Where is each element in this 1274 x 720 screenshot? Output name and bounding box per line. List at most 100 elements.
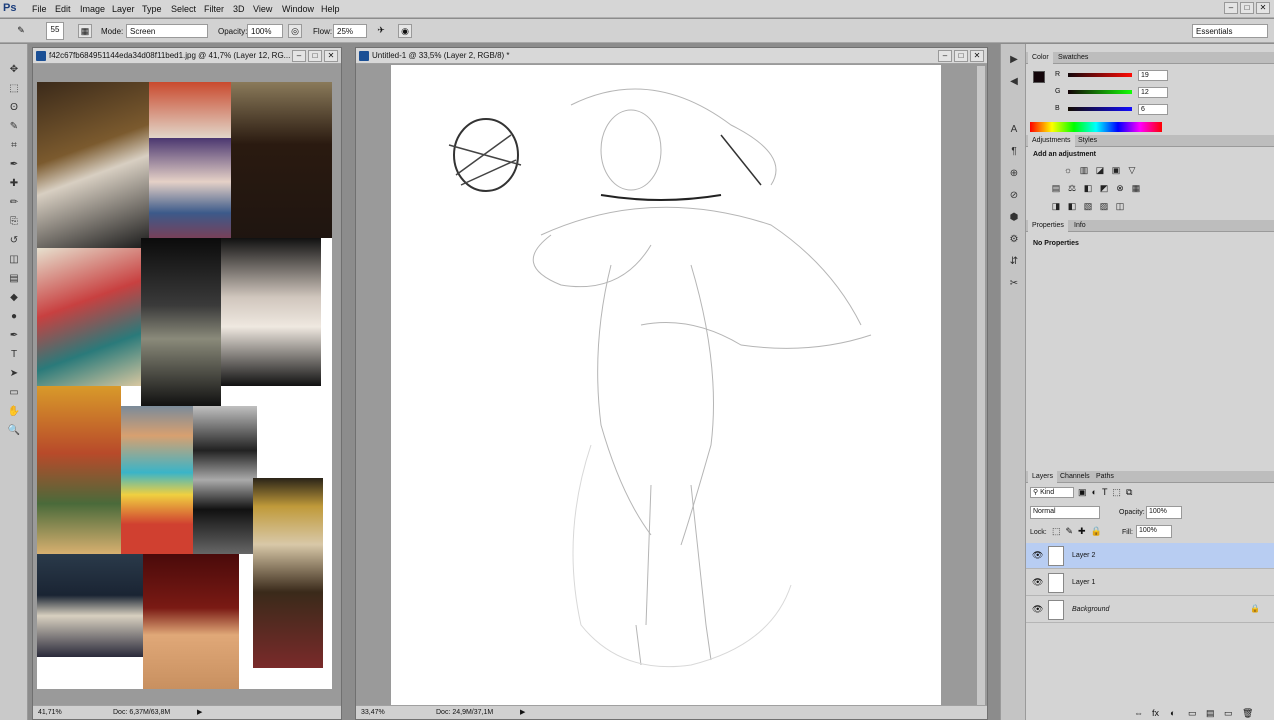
ref-maximize-button[interactable]: □ — [308, 50, 322, 62]
canvas-vertical-scrollbar[interactable] — [977, 66, 985, 706]
menu-type[interactable]: Type — [142, 4, 162, 14]
move-tool-icon[interactable]: ✥ — [5, 62, 23, 78]
dock-panel-icon[interactable]: A — [1006, 122, 1022, 138]
flow-field[interactable]: 25% — [333, 24, 367, 38]
layer-filter-kind-select[interactable]: ⚲ Kind — [1030, 487, 1074, 498]
tab-info[interactable]: Info — [1070, 220, 1090, 232]
dock-panel-icon[interactable]: ✂ — [1006, 276, 1022, 292]
drawing-canvas[interactable] — [391, 65, 941, 705]
layer-row[interactable]: 👁 Background 🔒 — [1026, 597, 1274, 623]
visibility-eye-icon[interactable]: 👁 — [1032, 550, 1043, 561]
adjustment-row2-4-icon[interactable]: ⊗ — [1114, 182, 1126, 194]
canvas-zoom[interactable]: 33,47% — [361, 709, 385, 716]
eyedropper-tool-icon[interactable]: ✒ — [5, 157, 23, 173]
green-value-field[interactable]: 12 — [1138, 87, 1168, 98]
menu-filter[interactable]: Filter — [204, 4, 224, 14]
layers-footer-icon[interactable]: ▭ — [1188, 708, 1197, 719]
visibility-eye-icon[interactable]: 👁 — [1032, 577, 1043, 588]
tab-swatches[interactable]: Swatches — [1054, 52, 1092, 64]
reference-doc-size[interactable]: Doc: 6,37M/63,8M — [113, 709, 170, 716]
brush-panel-toggle-icon[interactable]: ▦ — [78, 24, 92, 38]
adjustment-row1-0-icon[interactable]: ☼ — [1062, 164, 1074, 176]
menu-3d[interactable]: 3D — [233, 4, 245, 14]
airbrush-icon[interactable]: ✈ — [374, 24, 388, 38]
workspace-select[interactable]: Essentials — [1192, 24, 1268, 38]
opacity-field[interactable]: 100% — [247, 24, 283, 38]
layer-row[interactable]: 👁 Layer 2 — [1026, 543, 1274, 569]
menu-view[interactable]: View — [253, 4, 272, 14]
layers-footer-icon[interactable]: fx — [1152, 708, 1159, 718]
dock-panel-icon[interactable]: ⊕ — [1006, 166, 1022, 182]
hand-tool-icon[interactable]: ✋ — [5, 404, 23, 420]
minimize-button[interactable]: – — [1224, 2, 1238, 14]
layer-opacity-field[interactable]: 100% — [1146, 506, 1182, 519]
canvas-doc-size[interactable]: Doc: 24,9M/37,1M — [436, 709, 493, 716]
menu-help[interactable]: Help — [321, 4, 340, 14]
adjustment-row2-3-icon[interactable]: ◩ — [1098, 182, 1110, 194]
menu-select[interactable]: Select — [171, 4, 196, 14]
red-slider[interactable] — [1068, 73, 1132, 77]
blue-slider[interactable] — [1068, 107, 1132, 111]
layers-footer-icon[interactable]: ▤ — [1206, 708, 1215, 719]
adjustment-row2-2-icon[interactable]: ◧ — [1082, 182, 1094, 194]
adjustment-row1-4-icon[interactable]: ▽ — [1126, 164, 1138, 176]
blend-mode-select[interactable]: Normal — [1030, 506, 1100, 519]
adjustment-row1-1-icon[interactable]: ▥ — [1078, 164, 1090, 176]
visibility-eye-icon[interactable]: 👁 — [1032, 604, 1043, 615]
ref-minimize-button[interactable]: – — [292, 50, 306, 62]
stamp-tool-icon[interactable]: ⎘ — [5, 214, 23, 230]
marquee-tool-icon[interactable]: ⬚ — [5, 81, 23, 97]
tab-properties[interactable]: Properties — [1028, 220, 1068, 232]
mode-select[interactable]: Screen — [126, 24, 208, 38]
tab-adjustments[interactable]: Adjustments — [1028, 135, 1075, 147]
ref-close-button[interactable]: ✕ — [324, 50, 338, 62]
tab-layers[interactable]: Layers — [1028, 471, 1058, 483]
lock-icons[interactable]: ⬚✎✚🔒 — [1052, 526, 1107, 537]
dock-panel-icon[interactable]: ⬢ — [1006, 210, 1022, 226]
adjustment-row1-2-icon[interactable]: ◪ — [1094, 164, 1106, 176]
shape-tool-icon[interactable]: ▭ — [5, 385, 23, 401]
reference-zoom[interactable]: 41,71% — [38, 709, 62, 716]
menu-image[interactable]: Image — [80, 4, 105, 14]
adjustment-row3-2-icon[interactable]: ▧ — [1082, 200, 1094, 212]
dock-panel-icon[interactable]: ◀ — [1006, 74, 1022, 90]
menu-file[interactable]: File — [32, 4, 47, 14]
canvas-maximize-button[interactable]: □ — [954, 50, 968, 62]
brush-preset-icon[interactable]: ✎ — [14, 24, 28, 38]
quick-select-tool-icon[interactable]: ✎ — [5, 119, 23, 135]
healing-tool-icon[interactable]: ✚ — [5, 176, 23, 192]
adjustment-row3-1-icon[interactable]: ◧ — [1066, 200, 1078, 212]
pen-tool-icon[interactable]: ✒ — [5, 328, 23, 344]
adjustment-row3-4-icon[interactable]: ◫ — [1114, 200, 1126, 212]
adjustment-row2-0-icon[interactable]: ▤ — [1050, 182, 1062, 194]
dock-panel-icon[interactable]: ⇵ — [1006, 254, 1022, 270]
reference-document-title[interactable]: f42c67fb684951144eda34d08f11bed1.jpg @ 4… — [33, 48, 341, 64]
menu-layer[interactable]: Layer — [112, 4, 135, 14]
layer-filter-icons[interactable]: ▣◐T⬚⧉ — [1078, 487, 1137, 498]
status-arrow-icon[interactable]: ▶ — [520, 708, 525, 716]
fill-field[interactable]: 100% — [1136, 525, 1172, 538]
dock-panel-icon[interactable]: ▶ — [1006, 52, 1022, 68]
maximize-button[interactable]: □ — [1240, 2, 1254, 14]
tab-color[interactable]: Color — [1028, 52, 1053, 64]
color-spectrum-bar[interactable] — [1030, 122, 1162, 132]
crop-tool-icon[interactable]: ⌗ — [5, 138, 23, 154]
adjustment-row2-1-icon[interactable]: ⚖ — [1066, 182, 1078, 194]
brush-tool-icon[interactable]: ✏ — [5, 195, 23, 211]
gradient-tool-icon[interactable]: ▤ — [5, 271, 23, 287]
pressure-opacity-icon[interactable]: ◎ — [288, 24, 302, 38]
red-value-field[interactable]: 19 — [1138, 70, 1168, 81]
tab-paths[interactable]: Paths — [1092, 471, 1118, 483]
layers-footer-icon[interactable]: ▭ — [1224, 708, 1233, 719]
lasso-tool-icon[interactable]: ʘ — [5, 100, 23, 116]
close-button[interactable]: ✕ — [1256, 2, 1270, 14]
layers-footer-icon[interactable]: 🗑 — [1242, 708, 1253, 719]
dock-panel-icon[interactable]: ⚙ — [1006, 232, 1022, 248]
history-brush-tool-icon[interactable]: ↺ — [5, 233, 23, 249]
tab-channels[interactable]: Channels — [1056, 471, 1094, 483]
canvas-minimize-button[interactable]: – — [938, 50, 952, 62]
layers-footer-icon[interactable]: ◐ — [1170, 708, 1175, 718]
green-slider[interactable] — [1068, 90, 1132, 94]
foreground-color-swatch[interactable] — [1033, 71, 1045, 83]
status-arrow-icon[interactable]: ▶ — [197, 708, 202, 716]
